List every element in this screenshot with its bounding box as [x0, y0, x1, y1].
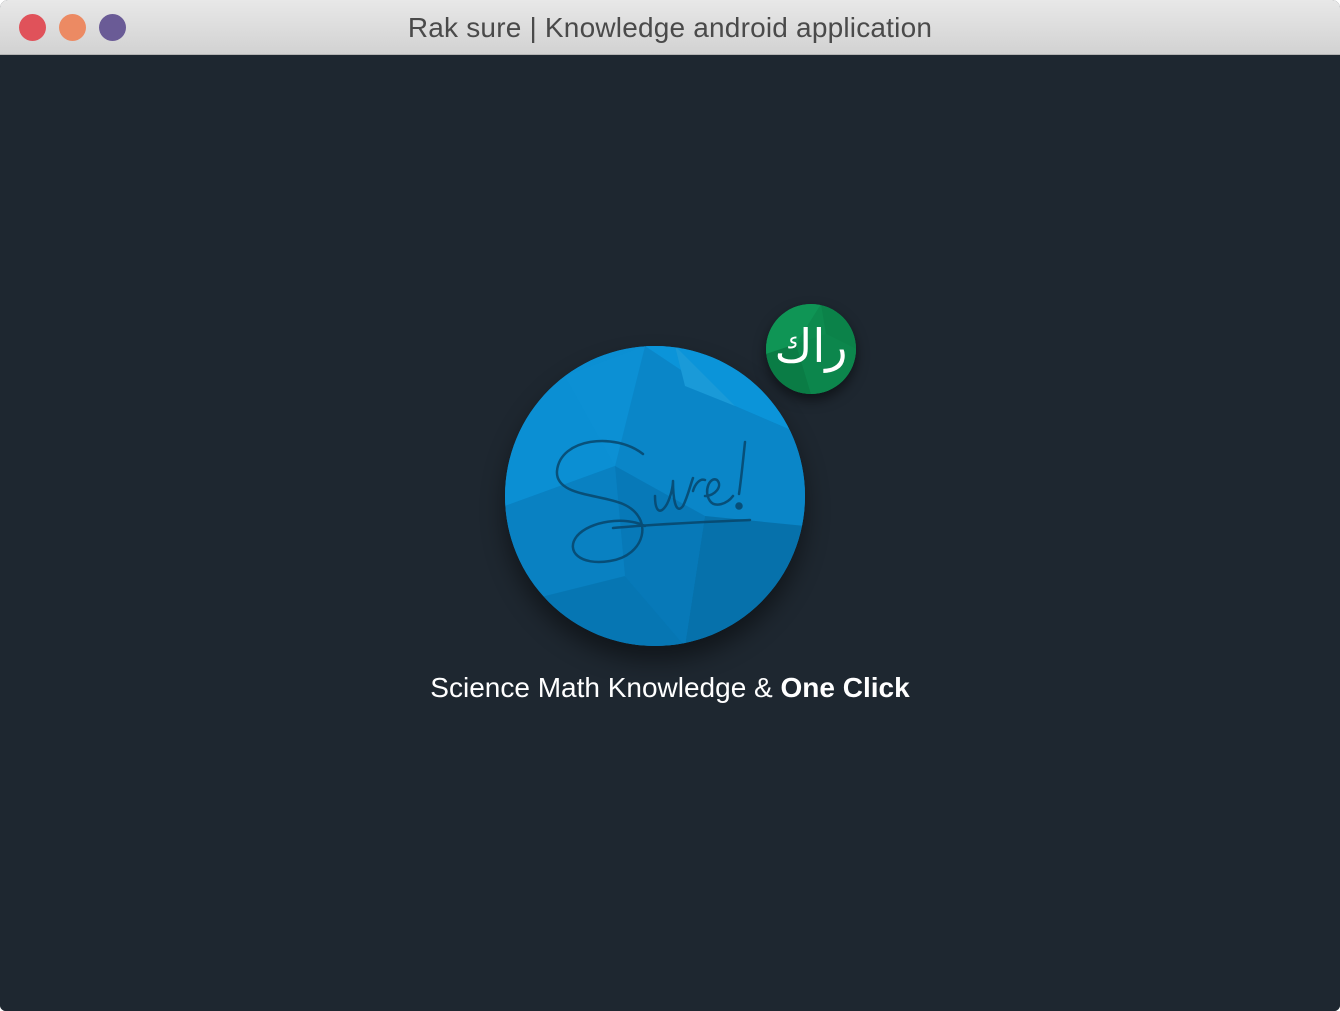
tagline: Science Math Knowledge & One Click	[0, 672, 1340, 704]
window-title: Rak sure | Knowledge android application	[407, 12, 933, 43]
rak-badge: راك	[766, 304, 856, 394]
badge-text: راك	[774, 319, 848, 373]
tagline-bold: One Click	[780, 672, 910, 703]
app-window: Rak sure | Knowledge android application	[0, 0, 1340, 1011]
title-bar[interactable]: Rak sure | Knowledge android application	[0, 0, 1340, 55]
app-logo	[505, 346, 805, 646]
sure-logo-icon	[505, 346, 805, 646]
splash-screen: راك Science Math Knowledge & One Click	[0, 55, 1340, 1011]
tagline-regular: Science Math Knowledge &	[430, 672, 781, 703]
logo-circle	[505, 346, 805, 646]
